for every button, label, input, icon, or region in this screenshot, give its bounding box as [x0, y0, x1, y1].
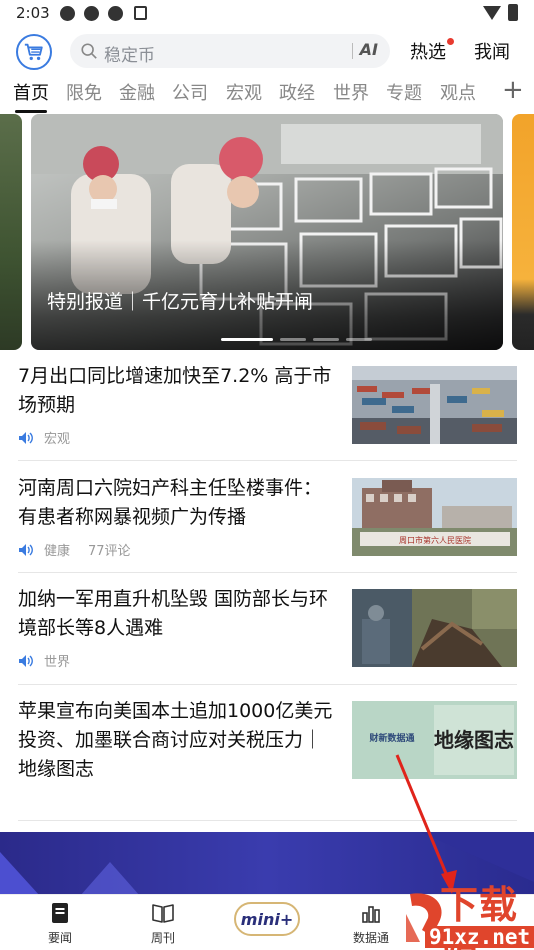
carousel-dot	[346, 338, 372, 341]
nav-headlines[interactable]: 要闻	[25, 901, 95, 946]
thumb-column-text: 地缘图志	[434, 728, 514, 752]
featured-banner[interactable]: 特别报道｜千亿元育儿补贴开闸	[31, 114, 503, 350]
my-profile-button[interactable]: 我闻	[474, 38, 510, 64]
geo-chronicle-thumbnail: 财新数据通 地缘图志	[352, 701, 517, 779]
news-category: 宏观	[44, 432, 71, 447]
news-category: 世界	[44, 655, 71, 670]
nav-data-label: 数据通	[352, 931, 389, 945]
news-meta: 世界	[18, 651, 70, 670]
notification-square-icon	[134, 6, 147, 20]
news-title: 河南周口六院妇产科主任坠楼事件：有患者称网暴视频广为传播	[18, 477, 323, 528]
carousel-next-slide[interactable]	[512, 114, 534, 350]
news-separator	[18, 820, 517, 821]
hot-picks-button[interactable]: 热选	[410, 38, 454, 64]
tab-free[interactable]: 限免	[66, 79, 102, 105]
search-icon	[81, 43, 97, 59]
carousel-prev-slide[interactable]	[0, 114, 22, 350]
news-separator-wrap	[0, 820, 534, 821]
nav-weekly-label: 周刊	[150, 931, 175, 945]
tab-politics-economy[interactable]: 政经	[279, 79, 315, 105]
news-category: 健康	[44, 544, 71, 559]
app-notification-icon	[60, 6, 75, 21]
tab-macro[interactable]: 宏观	[226, 79, 262, 105]
news-item[interactable]: 7月出口同比增速加快至7.2% 高于市场预期 宏观	[0, 362, 534, 458]
wifi-icon	[483, 6, 501, 20]
thumb-brand-text: 财新数据通	[368, 732, 414, 744]
tab-company[interactable]: 公司	[172, 79, 208, 105]
status-bar: 2:03	[0, 0, 534, 28]
news-separator-wrap	[0, 684, 534, 685]
ai-search-button[interactable]: AI	[351, 40, 378, 59]
audio-speaker-icon[interactable]	[18, 431, 34, 445]
channel-tabs: 首页 限免 金融 公司 宏观 政经 世界 专题 观点 +	[0, 76, 534, 113]
news-thumbnail	[352, 366, 517, 444]
open-book-icon	[152, 904, 174, 923]
news-comment-count: 77评论	[88, 544, 131, 559]
banner-caption: 特别报道｜千亿元育儿补贴开闸	[47, 291, 314, 313]
news-separator	[18, 460, 517, 461]
tab-opinion[interactable]: 观点	[440, 79, 476, 105]
news-thumbnail	[352, 589, 517, 667]
news-separator-wrap	[0, 460, 534, 461]
carousel-dot	[313, 338, 339, 341]
data-chart-icon	[362, 906, 380, 923]
battery-icon	[508, 4, 518, 21]
nav-data[interactable]: 数据通	[336, 901, 406, 946]
shopping-cart-icon	[24, 43, 43, 61]
news-separator	[18, 684, 517, 685]
hospital-sign-text: 周口市第六人民医院	[399, 535, 471, 545]
status-time: 2:03	[16, 4, 50, 22]
carousel-indicator	[221, 338, 372, 342]
helicopter-crash-image	[352, 589, 517, 667]
tab-special[interactable]: 专题	[386, 79, 422, 105]
news-meta: 宏观	[18, 428, 70, 447]
app-notification-icon	[84, 6, 99, 21]
app-screen: 2:03 稳定币 AI 热选 我闻 首页 限免 金融 公司 宏观 政经 世界 专…	[0, 0, 534, 950]
audio-speaker-icon[interactable]	[18, 654, 34, 668]
hot-picks-label: 热选	[410, 42, 446, 63]
nav-weekly[interactable]: 周刊	[128, 901, 198, 946]
unread-dot	[447, 38, 454, 45]
tab-world[interactable]: 世界	[333, 79, 369, 105]
news-title: 7月出口同比增速加快至7.2% 高于市场预期	[18, 365, 332, 416]
news-separator-wrap	[0, 572, 534, 573]
search-placeholder: 稳定币	[104, 46, 155, 66]
news-title: 苹果宣布向美国本土追加1000亿美元投资、加墨联合商讨应对关税压力｜地缘图志	[18, 700, 333, 780]
tab-finance[interactable]: 金融	[119, 79, 155, 105]
nav-headlines-label: 要闻	[47, 931, 72, 945]
add-channel-button[interactable]: +	[502, 76, 524, 104]
news-meta: 健康 77评论	[18, 540, 131, 559]
app-notification-icon	[108, 6, 123, 21]
watermark-url: 91xz.net	[425, 926, 534, 948]
mini-plus-button[interactable]: mini+	[234, 902, 300, 936]
shopping-cart-button[interactable]	[16, 34, 52, 70]
news-item[interactable]: 河南周口六院妇产科主任坠楼事件：有患者称网暴视频广为传播 健康 77评论 周口市…	[0, 474, 534, 570]
search-bar[interactable]: 稳定币 AI	[70, 34, 390, 68]
news-thumbnail: 周口市第六人民医院	[352, 478, 517, 556]
news-doc-icon	[52, 903, 68, 923]
hospital-building-image: 周口市第六人民医院	[352, 478, 517, 556]
carousel-dot	[280, 338, 306, 341]
tab-home[interactable]: 首页	[13, 79, 49, 113]
news-item[interactable]: 加纳一军用直升机坠毁 国防部长与环境部长等8人遇难 世界	[0, 585, 534, 681]
news-title: 加纳一军用直升机坠毁 国防部长与环境部长等8人遇难	[18, 588, 329, 639]
news-item[interactable]: 苹果宣布向美国本土追加1000亿美元投资、加墨联合商讨应对关税压力｜地缘图志 财…	[0, 697, 534, 817]
audio-speaker-icon[interactable]	[18, 543, 34, 557]
news-thumbnail: 财新数据通 地缘图志	[352, 701, 517, 779]
container-port-image	[352, 366, 517, 444]
news-separator	[18, 572, 517, 573]
carousel-dot-active	[221, 338, 273, 341]
